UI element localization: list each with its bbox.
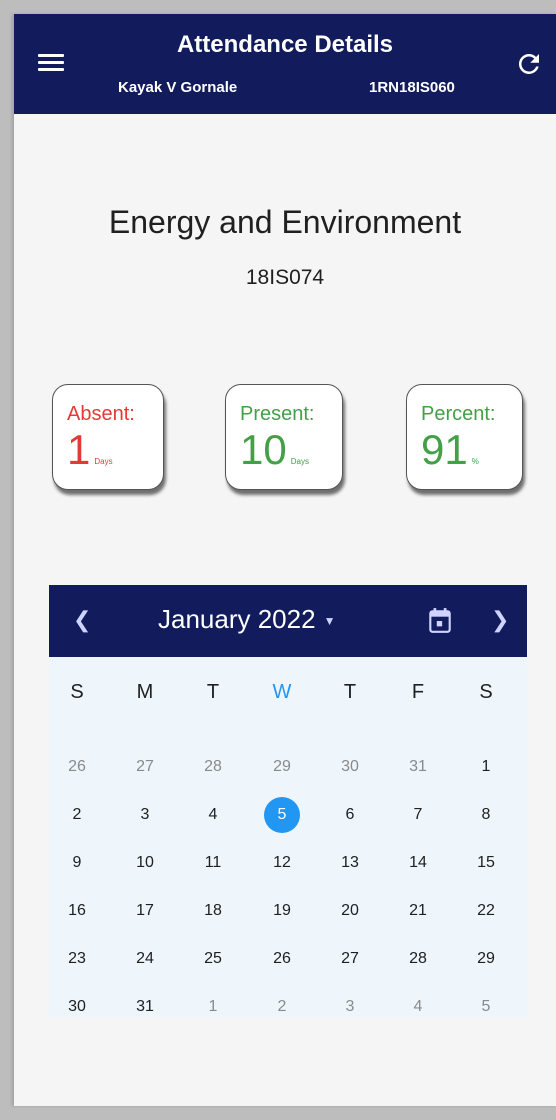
calendar-day[interactable]: 4 xyxy=(195,797,231,833)
calendar-day[interactable]: 7 xyxy=(400,797,436,833)
app-bar: Attendance Details Kayak V Gornale 1RN18… xyxy=(14,14,556,114)
calendar-day[interactable]: 26 xyxy=(264,941,300,977)
calendar-day[interactable]: 27 xyxy=(127,749,163,785)
calendar-day[interactable]: 31 xyxy=(400,749,436,785)
percent-value-row: 91% xyxy=(421,429,479,471)
calendar-day[interactable]: 29 xyxy=(468,941,504,977)
calendar-grid: S M T W T F S 26 27 28 29 30 31 1 2 3 4 5 6 7 8 9 10 11 12 13 14 15… xyxy=(49,657,527,1017)
weekday-label: T xyxy=(343,681,357,703)
calendar-day[interactable]: 3 xyxy=(332,989,368,1025)
weekday-label: S xyxy=(70,681,84,703)
calendar-day[interactable]: 27 xyxy=(332,941,368,977)
calendar-day[interactable]: 25 xyxy=(195,941,231,977)
calendar-day[interactable]: 2 xyxy=(264,989,300,1025)
calendar-day[interactable]: 13 xyxy=(332,845,368,881)
percent-label: Percent: xyxy=(421,403,496,425)
chevron-right-icon[interactable]: ❯ xyxy=(491,607,509,633)
percent-value: 91 xyxy=(421,426,468,473)
calendar-day[interactable]: 5 xyxy=(468,989,504,1025)
calendar-day[interactable]: 8 xyxy=(468,797,504,833)
calendar-day[interactable]: 30 xyxy=(59,989,95,1025)
calendar-day[interactable]: 3 xyxy=(127,797,163,833)
calendar-day[interactable]: 12 xyxy=(264,845,300,881)
month-label: January 2022 xyxy=(158,604,316,634)
calendar-day[interactable]: 28 xyxy=(400,941,436,977)
present-card: Present: 10 Days xyxy=(225,384,343,490)
present-value: 10 xyxy=(240,426,287,473)
present-unit: Days xyxy=(290,457,309,466)
calendar-day[interactable]: 1 xyxy=(468,749,504,785)
calendar-day[interactable]: 9 xyxy=(59,845,95,881)
percent-unit: % xyxy=(471,457,479,466)
subject-code: 18IS074 xyxy=(245,266,325,289)
calendar-day[interactable]: 1 xyxy=(195,989,231,1025)
subject-name: Energy and Environment xyxy=(108,204,462,240)
weekday-label: S xyxy=(479,681,493,703)
calendar-day[interactable]: 26 xyxy=(59,749,95,785)
absent-unit: Days xyxy=(94,457,113,466)
calendar-day[interactable]: 2 xyxy=(59,797,95,833)
weekday-label: F xyxy=(411,681,425,703)
weekday-label: W xyxy=(272,681,292,703)
absent-value: 1 xyxy=(67,426,91,473)
calendar-day[interactable]: 15 xyxy=(468,845,504,881)
calendar-day[interactable]: 20 xyxy=(332,893,368,929)
selected-day[interactable]: 5 xyxy=(264,797,300,833)
calendar-day[interactable]: 18 xyxy=(195,893,231,929)
weekday-label: M xyxy=(136,681,154,703)
calendar-day[interactable]: 23 xyxy=(59,941,95,977)
caret-down-icon: ▼ xyxy=(323,614,336,629)
calendar-day[interactable]: 24 xyxy=(127,941,163,977)
calendar-day[interactable]: 11 xyxy=(195,845,231,881)
calendar-day[interactable]: 22 xyxy=(468,893,504,929)
calendar-day[interactable]: 4 xyxy=(400,989,436,1025)
chevron-left-icon[interactable]: ❮ xyxy=(73,607,91,633)
weekday-label: T xyxy=(206,681,220,703)
refresh-icon[interactable] xyxy=(514,49,544,79)
calendar-day[interactable]: 19 xyxy=(264,893,300,929)
calendar-day[interactable]: 10 xyxy=(127,845,163,881)
calendar-header: ❮ January 2022 ▼ ❯ xyxy=(49,585,527,657)
calendar-day[interactable]: 21 xyxy=(400,893,436,929)
absent-card: Absent: 1 Days xyxy=(52,384,164,490)
student-usn: 1RN18IS060 xyxy=(369,79,455,96)
calendar-day[interactable]: 29 xyxy=(264,749,300,785)
absent-label: Absent: xyxy=(67,403,135,425)
calendar-day[interactable]: 6 xyxy=(332,797,368,833)
student-name: Kayak V Gornale xyxy=(118,79,238,96)
calendar-day[interactable]: 17 xyxy=(127,893,163,929)
app-screen: Attendance Details Kayak V Gornale 1RN18… xyxy=(14,14,556,1106)
calendar-day[interactable]: 28 xyxy=(195,749,231,785)
percent-card: Percent: 91% xyxy=(406,384,523,490)
absent-value-row: 1 Days xyxy=(67,429,113,471)
calendar-day[interactable]: 30 xyxy=(332,749,368,785)
present-value-row: 10 Days xyxy=(240,429,309,471)
month-selector[interactable]: January 2022 ▼ xyxy=(158,604,335,635)
page-title: Attendance Details xyxy=(176,31,394,58)
calendar-icon[interactable] xyxy=(427,607,453,635)
calendar-day[interactable]: 31 xyxy=(127,989,163,1025)
calendar-day[interactable]: 16 xyxy=(59,893,95,929)
calendar-day[interactable]: 14 xyxy=(400,845,436,881)
present-label: Present: xyxy=(240,403,315,425)
